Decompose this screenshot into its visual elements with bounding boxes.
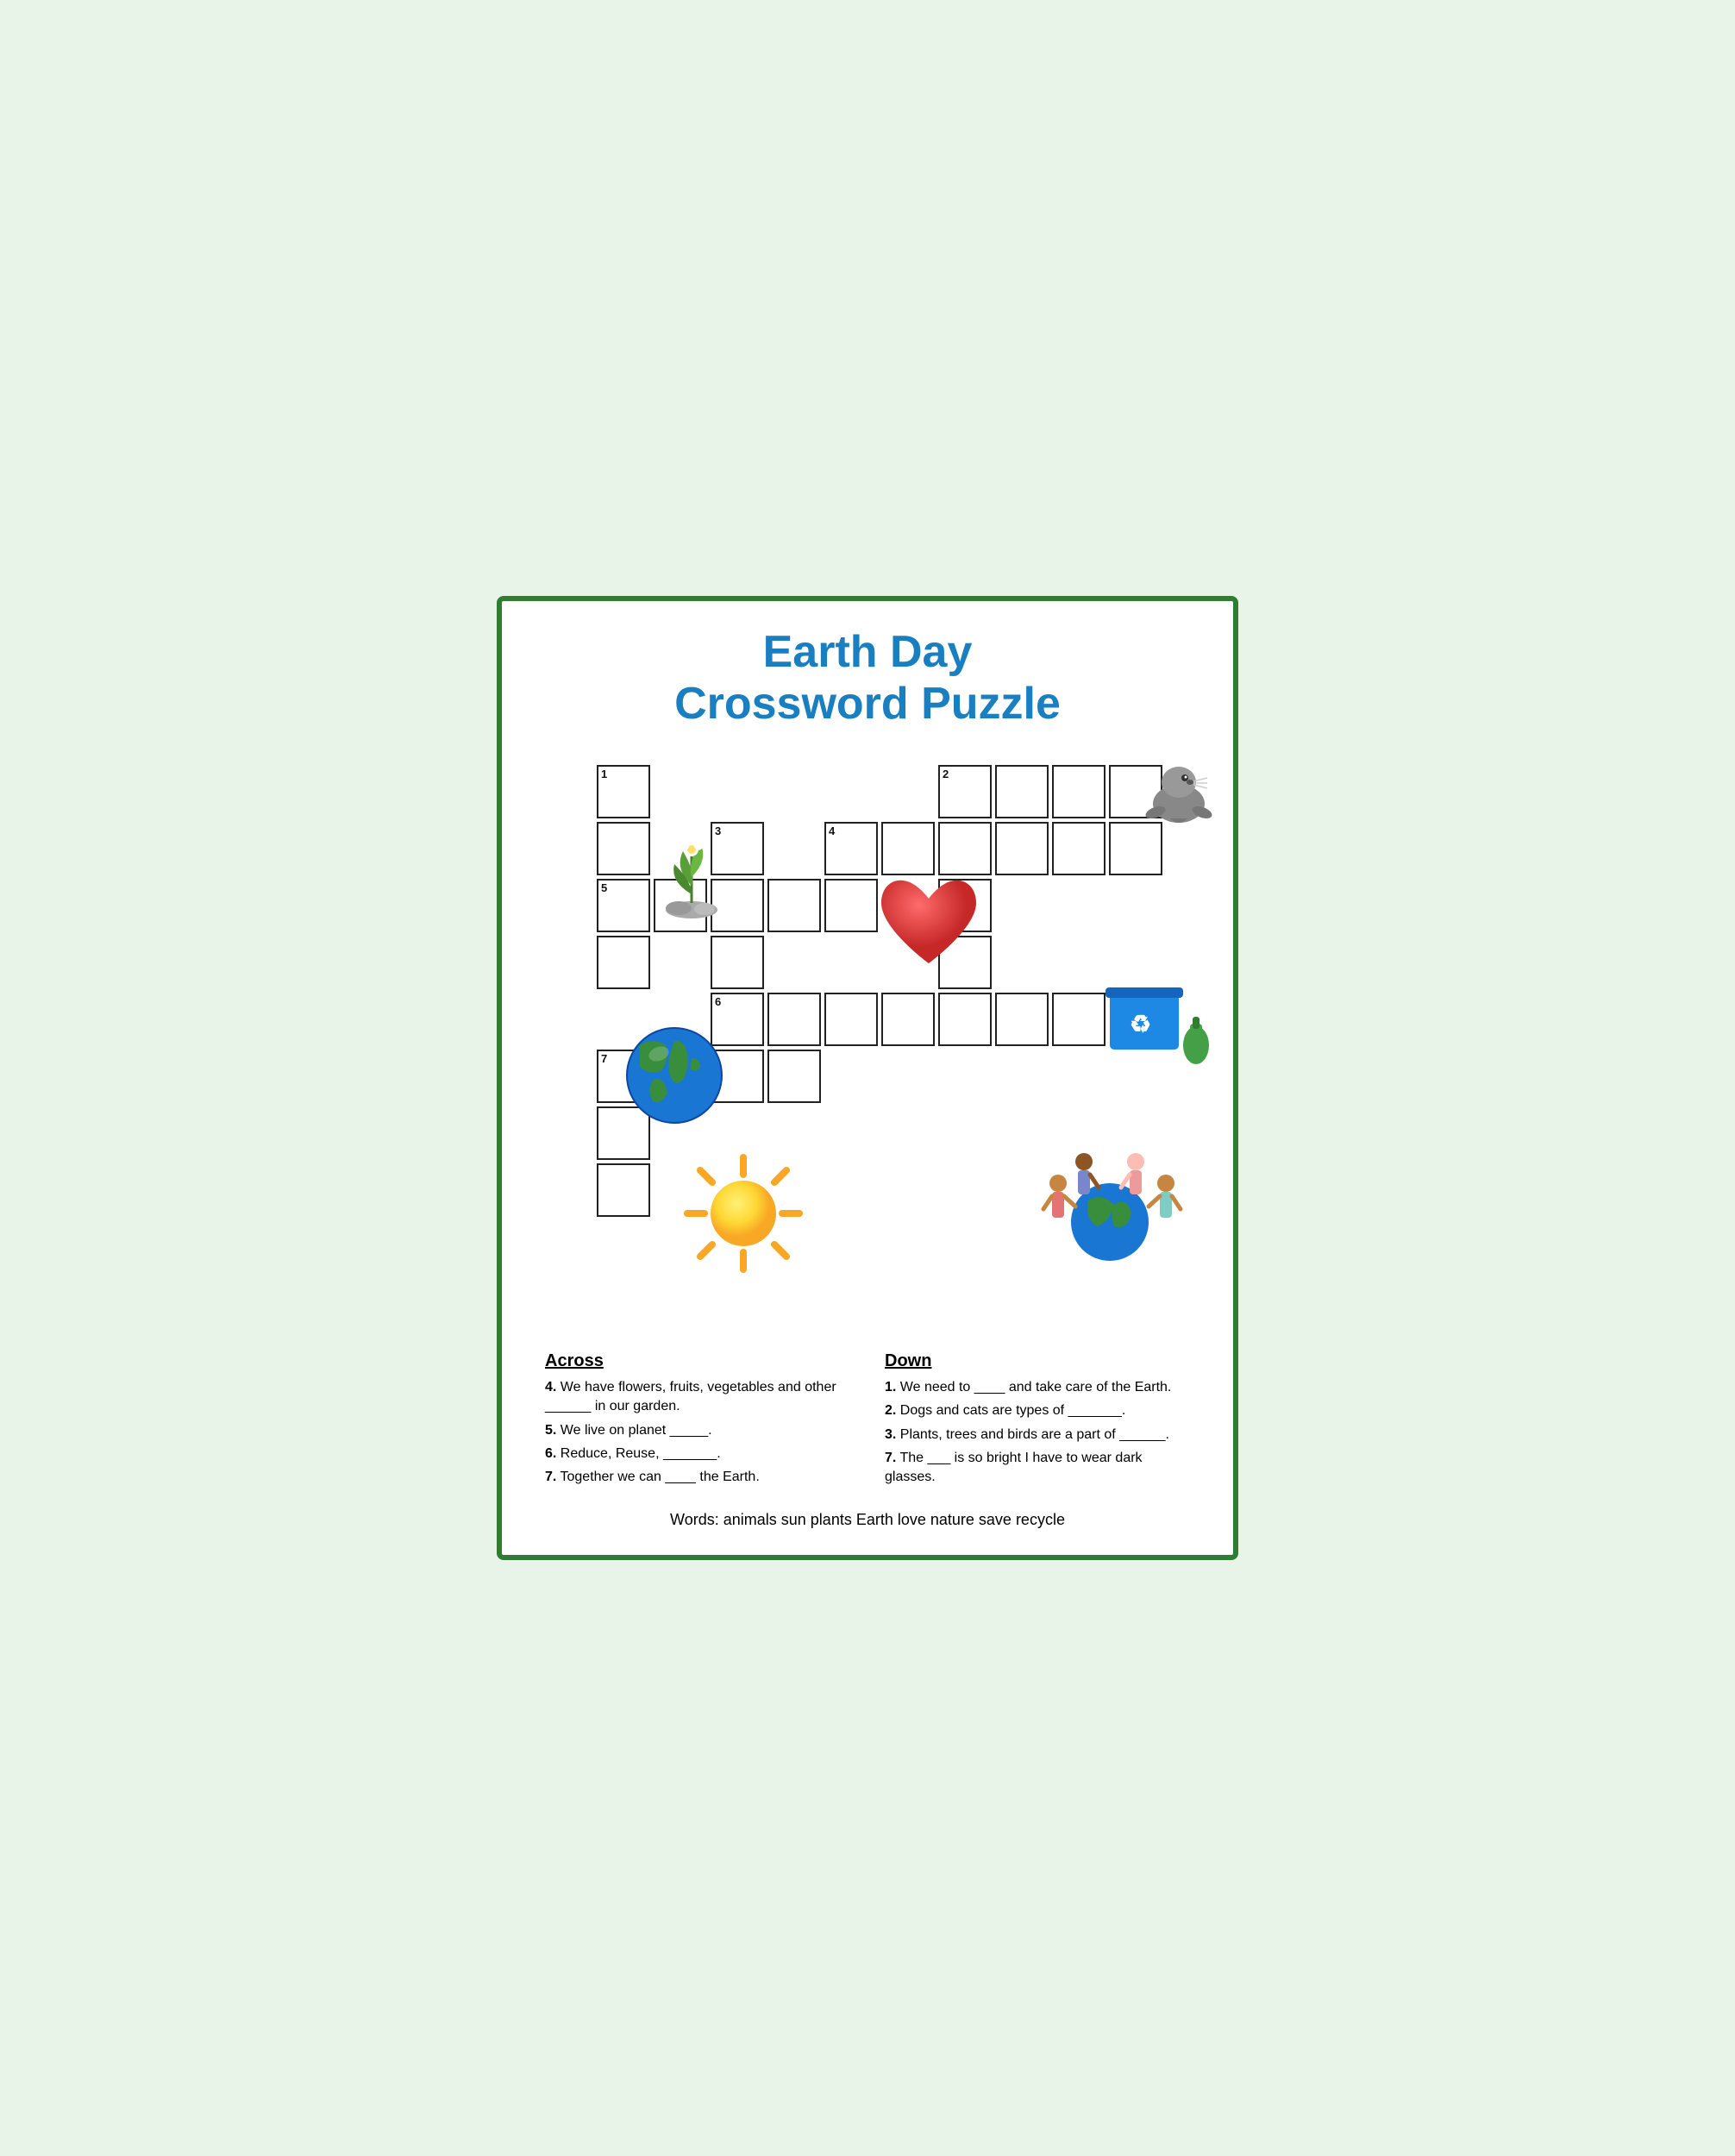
cell-5-2d <box>767 879 821 932</box>
cell-7-6 <box>597 1106 650 1160</box>
cell-4-1f <box>1109 822 1162 875</box>
cell-6-4f <box>995 993 1049 1046</box>
word-bank: Words: animals sun plants Earth love nat… <box>536 1511 1199 1529</box>
cell-4-1a: 4 <box>824 822 878 875</box>
clues-section: Across 4. We have flowers, fruits, veget… <box>536 1351 1199 1492</box>
down-clue-7: 7. The ___ is so bright I have to wear d… <box>885 1449 1190 1488</box>
down-clue-3: 3. Plants, trees and birds are a part of… <box>885 1426 1190 1445</box>
cell-5-2e <box>824 879 878 932</box>
cell-2-2 <box>938 879 992 932</box>
cell-5-2a: 5 <box>597 879 650 932</box>
cell-1-3 <box>597 936 650 989</box>
cell-2-0b <box>995 765 1049 818</box>
cell-6-4d <box>881 993 935 1046</box>
crossword-area: 1 2 3 4 5 6 <box>536 748 1199 1334</box>
cell-2-0d <box>1109 765 1162 818</box>
across-heading: Across <box>545 1351 850 1371</box>
across-clue-4: 4. We have flowers, fruits, vegetables a… <box>545 1378 850 1417</box>
across-clues: Across 4. We have flowers, fruits, veget… <box>545 1351 850 1492</box>
down-heading: Down <box>885 1351 1190 1371</box>
recycle-illustration: ♻ <box>1106 972 1218 1071</box>
across-clue-6: 6. Reduce, Reuse, _______. <box>545 1445 850 1463</box>
cell-2-0: 2 <box>938 765 992 818</box>
cell-4-1c <box>938 822 992 875</box>
cell-5-2b <box>654 879 707 932</box>
cell-7-5a: 7 <box>597 1050 650 1103</box>
cell-6-4b <box>767 993 821 1046</box>
cell-7-7 <box>597 1163 650 1217</box>
cell-7-5d <box>767 1050 821 1103</box>
down-clue-2: 2. Dogs and cats are types of _______. <box>885 1401 1190 1420</box>
cell-2-0c <box>1052 765 1106 818</box>
cell-1-0: 1 <box>597 765 650 818</box>
cell-5-2c <box>711 879 764 932</box>
cell-4-1d <box>995 822 1049 875</box>
cell-6-4g <box>1052 993 1106 1046</box>
svg-text:♻: ♻ <box>1130 1011 1151 1037</box>
page-title: Earth Day Crossword Puzzle <box>536 627 1199 730</box>
cell-3-1: 3 <box>711 822 764 875</box>
people-illustration <box>1037 1144 1183 1278</box>
cell-6-4c <box>824 993 878 1046</box>
cell-1-1 <box>597 822 650 875</box>
cell-7-5c <box>711 1050 764 1103</box>
cell-6-4a: 6 <box>711 993 764 1046</box>
down-clue-1: 1. We need to ____ and take care of the … <box>885 1378 1190 1397</box>
across-clue-5: 5. We live on planet _____. <box>545 1421 850 1440</box>
cell-2-3 <box>938 936 992 989</box>
sun-illustration <box>683 1153 804 1278</box>
page: Earth Day Crossword Puzzle 1 2 3 4 5 <box>497 596 1238 1560</box>
cell-7-5b <box>654 1050 707 1103</box>
across-clue-7: 7. Together we can ____ the Earth. <box>545 1468 850 1487</box>
cell-6-4e <box>938 993 992 1046</box>
down-clues: Down 1. We need to ____ and take care of… <box>885 1351 1190 1492</box>
cell-3-3 <box>711 936 764 989</box>
cell-4-1b <box>881 822 935 875</box>
cell-4-1e <box>1052 822 1106 875</box>
